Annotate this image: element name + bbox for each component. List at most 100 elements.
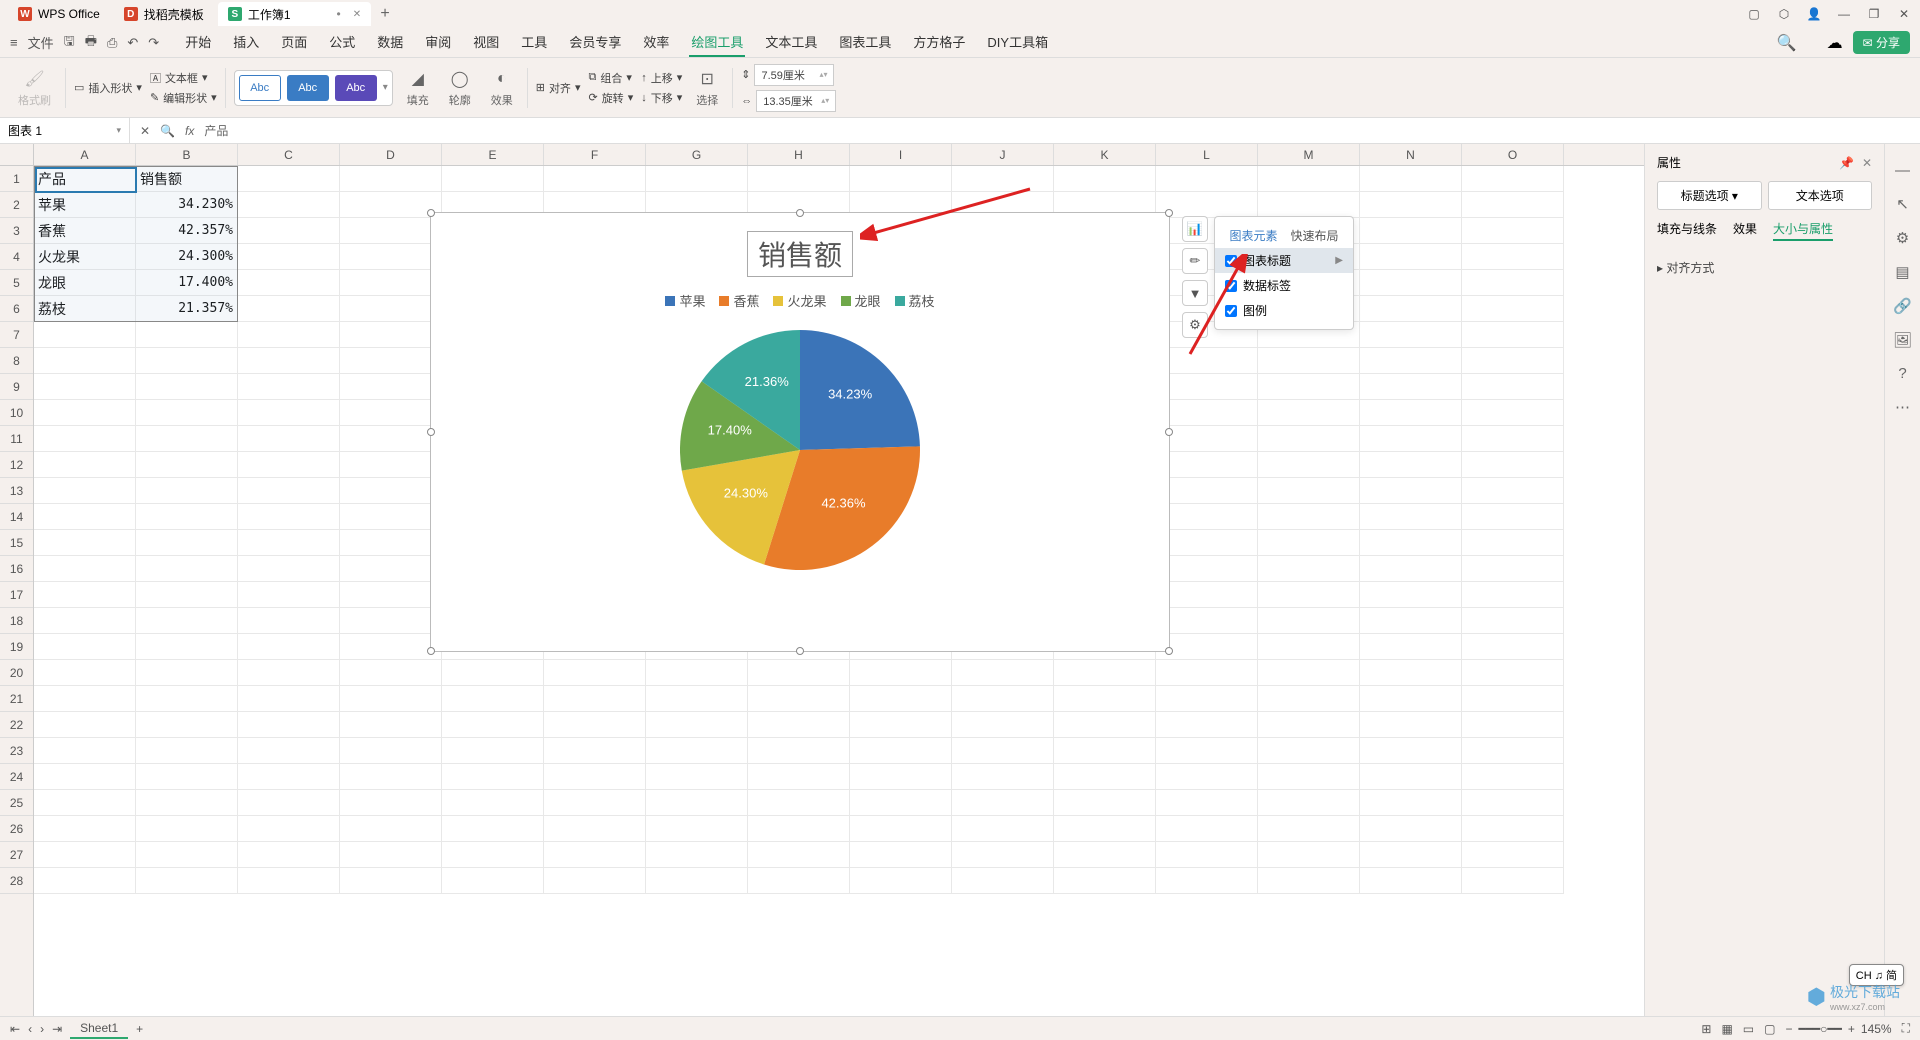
close-window-icon[interactable]: ✕ — [1896, 7, 1912, 21]
cell[interactable]: 34.230% — [136, 192, 238, 218]
checkbox[interactable] — [1225, 255, 1237, 267]
cell[interactable] — [442, 738, 544, 764]
cell[interactable] — [646, 764, 748, 790]
cell[interactable] — [34, 452, 136, 478]
cell[interactable] — [748, 712, 850, 738]
cell[interactable]: 21.357% — [136, 296, 238, 322]
cell[interactable] — [238, 166, 340, 192]
menu-tab-DIY工具箱[interactable]: DIY工具箱 — [985, 28, 1050, 57]
cell[interactable] — [748, 686, 850, 712]
cancel-formula-icon[interactable]: ✕ — [140, 124, 150, 138]
cell[interactable] — [1054, 660, 1156, 686]
row-19[interactable]: 19 — [0, 634, 33, 660]
cell[interactable] — [1360, 686, 1462, 712]
cell[interactable] — [136, 608, 238, 634]
row-15[interactable]: 15 — [0, 530, 33, 556]
cell[interactable] — [1360, 816, 1462, 842]
col-N[interactable]: N — [1360, 144, 1462, 165]
cell[interactable] — [136, 712, 238, 738]
cell[interactable] — [748, 660, 850, 686]
chart-legend[interactable]: 苹果香蕉火龙果龙眼荔枝 — [431, 291, 1169, 310]
cell[interactable] — [34, 868, 136, 894]
cell[interactable] — [136, 764, 238, 790]
rotate-button[interactable]: ⟳旋转▾ — [588, 90, 633, 106]
cell[interactable] — [1462, 400, 1564, 426]
avatar-icon[interactable]: 👤 — [1806, 7, 1822, 21]
cell[interactable]: 24.300% — [136, 244, 238, 270]
cell[interactable] — [238, 218, 340, 244]
view-normal-icon[interactable]: ⊞ — [1701, 1022, 1711, 1036]
save-icon[interactable]: 🖫 — [64, 32, 75, 54]
cell[interactable] — [340, 816, 442, 842]
spreadsheet-area[interactable]: ABCDEFGHIJKLMNO 123456789101112131415161… — [0, 144, 1644, 1016]
cell[interactable] — [1258, 400, 1360, 426]
col-O[interactable]: O — [1462, 144, 1564, 165]
cell[interactable] — [1258, 556, 1360, 582]
cell[interactable] — [1462, 660, 1564, 686]
row-11[interactable]: 11 — [0, 426, 33, 452]
group-button[interactable]: ⧉组合▾ — [588, 70, 633, 86]
cell[interactable] — [442, 166, 544, 192]
col-K[interactable]: K — [1054, 144, 1156, 165]
row-27[interactable]: 27 — [0, 842, 33, 868]
row-8[interactable]: 8 — [0, 348, 33, 374]
cell[interactable] — [238, 842, 340, 868]
cell[interactable] — [238, 712, 340, 738]
cell[interactable] — [646, 790, 748, 816]
row-7[interactable]: 7 — [0, 322, 33, 348]
cell[interactable] — [1462, 504, 1564, 530]
cell[interactable] — [850, 790, 952, 816]
cell[interactable] — [1156, 608, 1258, 634]
cell[interactable] — [1156, 400, 1258, 426]
effect-button[interactable]: ◐效果 — [485, 68, 519, 108]
cell[interactable] — [136, 400, 238, 426]
cell[interactable] — [442, 764, 544, 790]
collapse-icon[interactable]: — — [1895, 162, 1910, 179]
image-icon[interactable]: 🖼 — [1893, 331, 1912, 349]
cell[interactable] — [1156, 478, 1258, 504]
cell[interactable] — [544, 816, 646, 842]
legend-item[interactable]: 苹果 — [665, 291, 705, 310]
tab-workbook[interactable]: S 工作簿1 • ✕ — [218, 2, 371, 26]
shape-style-2[interactable]: Abc — [287, 75, 329, 101]
cell[interactable] — [1258, 634, 1360, 660]
cell[interactable] — [34, 556, 136, 582]
col-B[interactable]: B — [136, 144, 238, 165]
sheet-nav-next[interactable]: › — [40, 1022, 44, 1036]
cell[interactable]: 香蕉 — [34, 218, 136, 244]
cell[interactable] — [646, 712, 748, 738]
cell[interactable] — [1360, 374, 1462, 400]
cell[interactable]: 17.400% — [136, 270, 238, 296]
cube-icon[interactable]: ⬡ — [1776, 7, 1792, 21]
cell[interactable] — [1360, 478, 1462, 504]
new-tab-button[interactable]: + — [375, 4, 395, 24]
cell[interactable]: 产品 — [34, 166, 136, 192]
align-button[interactable]: ⊞对齐▾ — [536, 80, 581, 96]
cell[interactable] — [340, 452, 442, 478]
cell[interactable] — [1462, 712, 1564, 738]
sheet-nav-first[interactable]: ⇤ — [10, 1022, 20, 1036]
cell[interactable] — [1360, 322, 1462, 348]
cell[interactable] — [238, 738, 340, 764]
cell[interactable] — [1360, 218, 1462, 244]
cell[interactable] — [952, 712, 1054, 738]
cell[interactable] — [850, 868, 952, 894]
cell[interactable] — [136, 348, 238, 374]
cell[interactable] — [136, 816, 238, 842]
row-3[interactable]: 3 — [0, 218, 33, 244]
col-E[interactable]: E — [442, 144, 544, 165]
row-10[interactable]: 10 — [0, 400, 33, 426]
cell[interactable] — [340, 842, 442, 868]
cell[interactable] — [1258, 842, 1360, 868]
cell[interactable] — [1360, 452, 1462, 478]
cell[interactable] — [1156, 686, 1258, 712]
cell[interactable] — [34, 400, 136, 426]
sheet-nav-last[interactable]: ⇥ — [52, 1022, 62, 1036]
cell[interactable] — [1462, 374, 1564, 400]
view-page-icon[interactable]: ▦ — [1721, 1022, 1732, 1036]
minimize-icon[interactable]: — — [1836, 7, 1852, 21]
cell[interactable] — [850, 764, 952, 790]
title-options-tab[interactable]: 标题选项 ▾ — [1657, 181, 1762, 210]
cell[interactable] — [1054, 712, 1156, 738]
cell[interactable] — [238, 426, 340, 452]
